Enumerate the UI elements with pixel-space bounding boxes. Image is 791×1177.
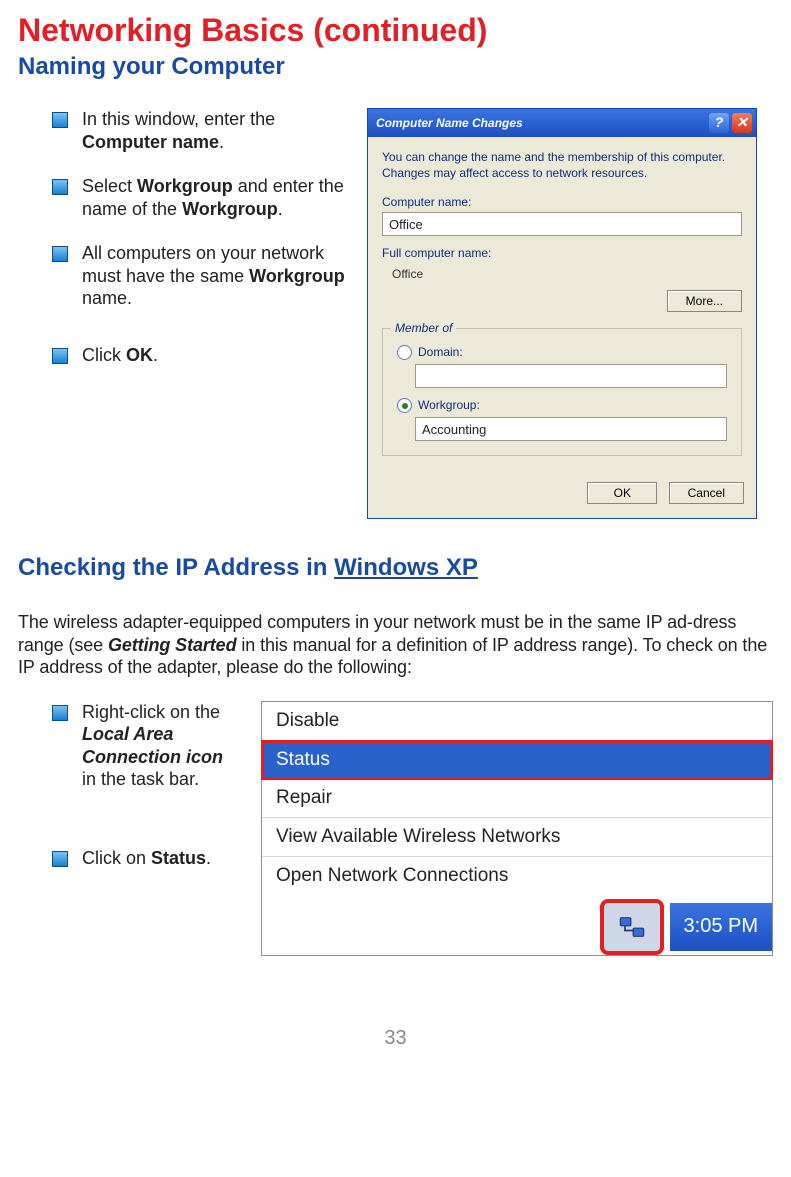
square-bullet-icon (52, 112, 68, 128)
body-text: . (206, 848, 211, 868)
square-bullet-icon (52, 246, 68, 262)
close-icon[interactable]: ✕ (732, 113, 752, 133)
menu-item-status[interactable]: Status (262, 741, 772, 780)
square-bullet-icon (52, 705, 68, 721)
body-text: Click on (82, 848, 151, 868)
workgroup-radio-label: Workgroup: (418, 398, 480, 413)
body-text: Local Area Connection icon (82, 724, 223, 767)
menu-item-open-connections[interactable]: Open Network Connections (262, 857, 772, 895)
body-text: . (278, 199, 283, 219)
domain-field[interactable] (415, 364, 727, 388)
dialog-titlebar[interactable]: Computer Name Changes ? ✕ (368, 109, 756, 137)
body-text: in the task bar. (82, 769, 199, 789)
domain-radio-label: Domain: (418, 345, 463, 360)
computer-name-label: Computer name: (382, 195, 742, 210)
body-text: Status (151, 848, 206, 868)
menu-item-disable[interactable]: Disable (262, 702, 772, 741)
page-title: Networking Basics (continued) (18, 10, 773, 50)
body-text: Workgroup (137, 176, 233, 196)
list-item: In this window, enter the Computer name. (52, 108, 353, 153)
body-text: In this window, enter the (82, 109, 275, 129)
domain-radio[interactable] (397, 345, 412, 360)
list-item: Click on Status. (52, 847, 238, 870)
body-text: . (153, 345, 158, 365)
network-tray-icon[interactable] (600, 899, 664, 955)
body-text: Select (82, 176, 137, 196)
list-item: Right-click on the Local Area Connection… (52, 701, 238, 791)
workgroup-field[interactable] (415, 417, 727, 441)
group-title: Member of (391, 321, 456, 336)
ok-button[interactable]: OK (587, 482, 657, 504)
square-bullet-icon (52, 851, 68, 867)
menu-item-view-networks[interactable]: View Available Wireless Networks (262, 818, 772, 857)
member-of-group: Member of Domain: Workgroup: (382, 328, 742, 456)
computer-name-field[interactable] (382, 212, 742, 236)
square-bullet-icon (52, 348, 68, 364)
network-icon (618, 913, 646, 941)
help-icon[interactable]: ? (709, 113, 729, 133)
cancel-button[interactable]: Cancel (669, 482, 744, 504)
dialog-description: You can change the name and the membersh… (382, 149, 742, 181)
body-text: OK (126, 345, 153, 365)
body-text: Click (82, 345, 126, 365)
list-item: Click OK. (52, 344, 353, 367)
full-computer-name-value: Office (382, 263, 742, 282)
context-menu-screenshot: Disable Status Repair View Available Wir… (261, 701, 773, 956)
full-computer-name-label: Full computer name: (382, 246, 742, 261)
list-item: Select Workgroup and enter the name of t… (52, 175, 353, 220)
square-bullet-icon (52, 179, 68, 195)
section-checking-ip: Checking the IP Address in Windows XP (18, 553, 773, 583)
body-text: Workgroup (249, 266, 345, 286)
page-number: 33 (18, 1026, 773, 1051)
body-text: . (219, 132, 224, 152)
workgroup-radio[interactable] (397, 398, 412, 413)
more-button[interactable]: More... (667, 290, 742, 312)
body-text: Right-click on the (82, 702, 220, 722)
body-paragraph: The wireless adapter-equipped computers … (18, 611, 773, 679)
taskbar-clock: 3:05 PM (670, 903, 772, 951)
body-text: Workgroup (182, 199, 278, 219)
computer-name-dialog: Computer Name Changes ? ✕ You can change… (367, 108, 757, 519)
body-text: Computer name (82, 132, 219, 152)
list-item: All computers on your network must have … (52, 242, 353, 310)
section-naming: Naming your Computer (18, 52, 773, 82)
body-text: name. (82, 288, 132, 308)
menu-item-repair[interactable]: Repair (262, 779, 772, 818)
dialog-title: Computer Name Changes (376, 116, 523, 131)
